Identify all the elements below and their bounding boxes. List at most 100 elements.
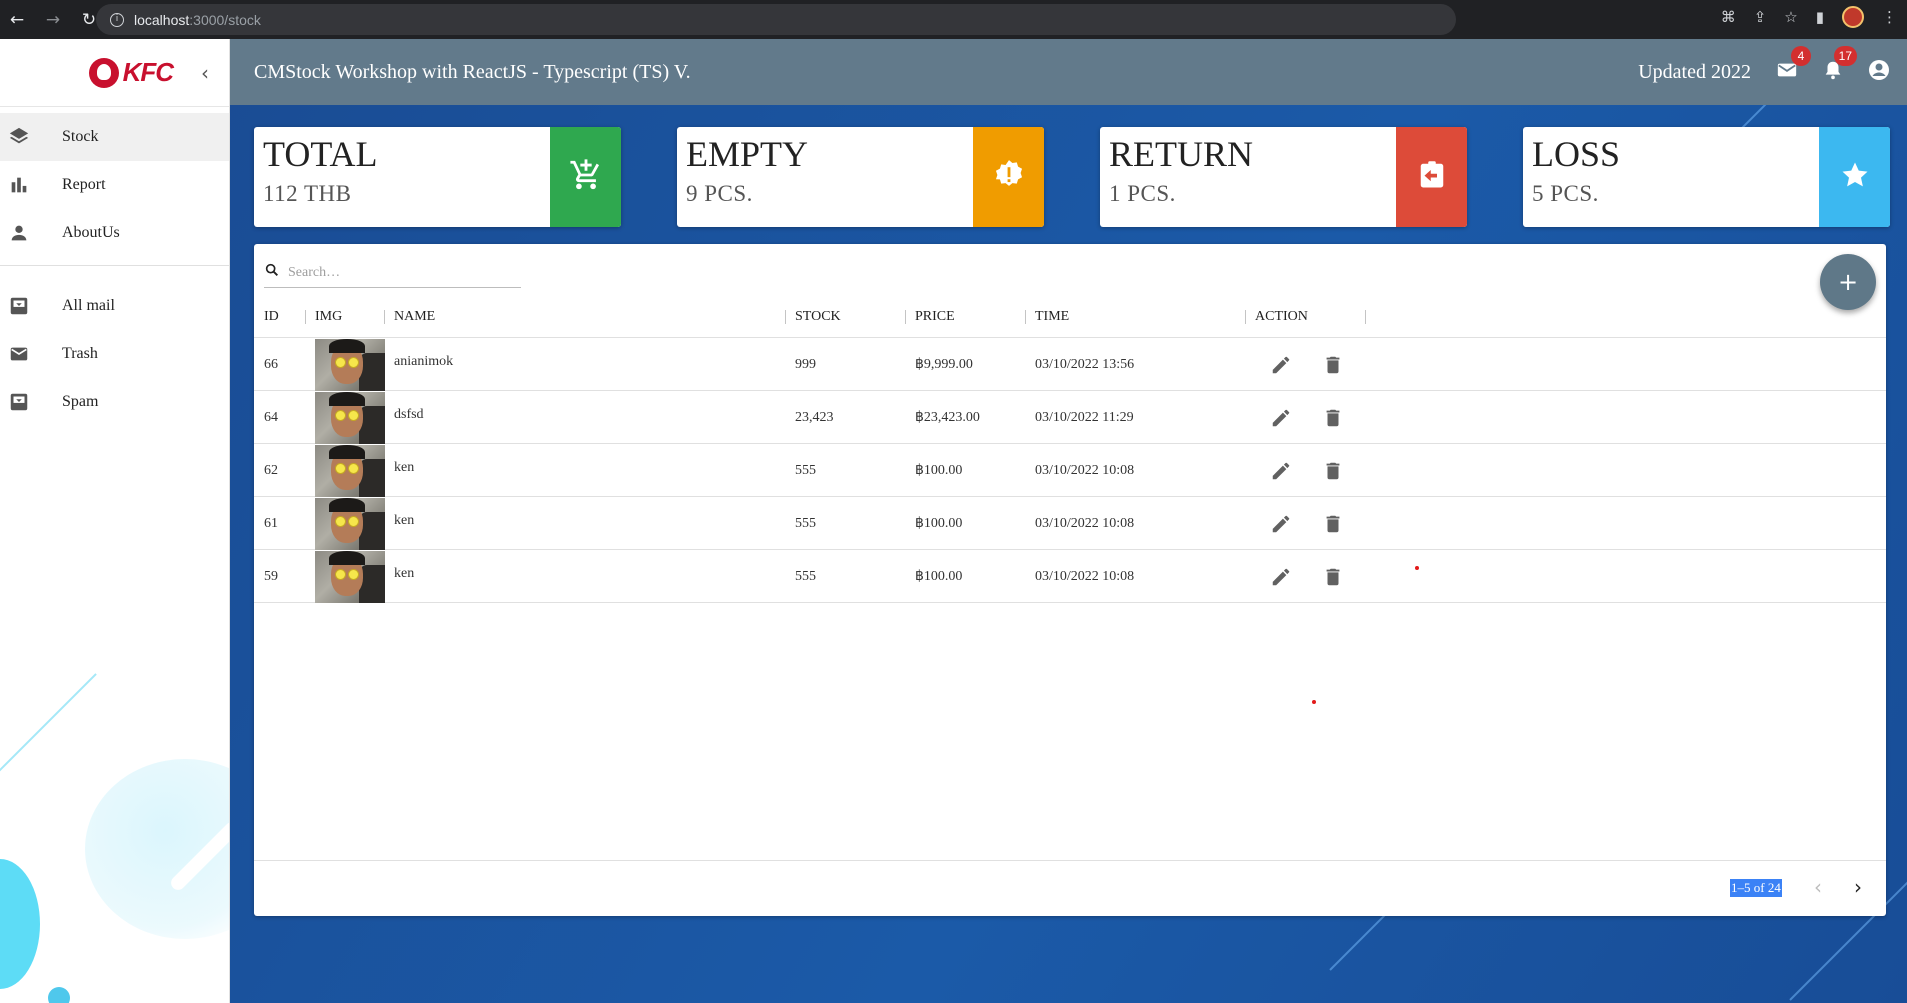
- column-header[interactable]: STOCK: [795, 296, 841, 338]
- background-decoration: [1329, 912, 1388, 971]
- column-separator[interactable]: [384, 310, 385, 324]
- cell-name: ken: [394, 566, 415, 581]
- column-separator[interactable]: [1025, 310, 1026, 324]
- bookmark-star-icon[interactable]: ☆: [1784, 8, 1797, 26]
- column-header[interactable]: NAME: [394, 296, 435, 338]
- chevron-right-icon[interactable]: ›: [1844, 873, 1872, 901]
- edit-icon[interactable]: [1268, 352, 1294, 378]
- colonel-icon: [88, 57, 119, 88]
- translate-icon[interactable]: ⌘: [1721, 8, 1736, 26]
- card-loss: LOSS 5 PCS.: [1523, 127, 1890, 227]
- column-header[interactable]: IMG: [315, 296, 342, 338]
- mail-button[interactable]: 4: [1773, 46, 1811, 86]
- sidebar-item-label: Spam: [62, 393, 99, 410]
- back-icon[interactable]: ←: [8, 10, 26, 30]
- share-icon[interactable]: ⇪: [1754, 8, 1767, 26]
- url-host: localhost: [134, 11, 190, 28]
- chevron-left-icon[interactable]: ‹: [201, 61, 209, 85]
- column-separator[interactable]: [305, 310, 306, 324]
- cell-stock: 23,423: [795, 410, 834, 425]
- edit-icon[interactable]: [1268, 564, 1294, 590]
- table-row[interactable]: 61 ken 555 ฿100.00 03/10/2022 10:08: [254, 498, 1886, 550]
- card-label: EMPTY: [686, 134, 809, 174]
- side-panel-icon[interactable]: ▮: [1816, 8, 1824, 26]
- card-return: RETURN 1 PCS.: [1100, 127, 1467, 227]
- cell-price: ฿100.00: [915, 569, 963, 584]
- sidebar-item-all-mail[interactable]: All mail: [0, 282, 229, 330]
- card-icon-box: [973, 127, 1044, 227]
- table-pagination: 1–5 of 24 ‹ ›: [254, 860, 1886, 916]
- sidebar-item-aboutus[interactable]: AboutUs: [0, 209, 229, 257]
- updated-label: Updated 2022: [1638, 60, 1751, 83]
- card-empty: EMPTY 9 PCS.: [677, 127, 1044, 227]
- cell-name: ken: [394, 513, 415, 528]
- address-bar[interactable]: i localhost:3000/stock: [96, 4, 1456, 35]
- stray-dot: [1415, 566, 1419, 570]
- product-image: [315, 392, 385, 444]
- card-value: 1 PCS.: [1109, 181, 1176, 206]
- sidebar-item-label: Report: [62, 176, 106, 193]
- cell-time: 03/10/2022 10:08: [1035, 516, 1135, 531]
- column-separator[interactable]: [1365, 310, 1366, 324]
- column-header[interactable]: TIME: [1035, 296, 1069, 338]
- sidebar-item-stock[interactable]: Stock: [0, 113, 229, 161]
- cell-id: 66: [264, 357, 278, 372]
- background-decoration: [48, 987, 70, 1003]
- cell-stock: 555: [795, 569, 816, 584]
- table-row[interactable]: 64 dsfsd 23,423 ฿23,423.00 03/10/2022 11…: [254, 392, 1886, 444]
- sidebar-item-report[interactable]: Report: [0, 161, 229, 209]
- card-value: 9 PCS.: [686, 181, 753, 206]
- cell-name: ken: [394, 460, 415, 475]
- delete-icon[interactable]: [1320, 564, 1346, 590]
- sidebar-item-trash[interactable]: Trash: [0, 330, 229, 378]
- search-input[interactable]: [288, 264, 508, 281]
- chevron-left-icon[interactable]: ‹: [1804, 873, 1832, 901]
- card-value: 112 THB: [263, 181, 352, 206]
- product-image: [315, 445, 385, 497]
- delete-icon[interactable]: [1320, 511, 1346, 537]
- edit-icon[interactable]: [1268, 458, 1294, 484]
- assignment-return-icon: [1417, 160, 1447, 195]
- notification-badge: 17: [1833, 46, 1857, 66]
- inbox-icon: [0, 295, 62, 317]
- cell-time: 03/10/2022 10:08: [1035, 569, 1135, 584]
- cell-price: ฿100.00: [915, 463, 963, 478]
- account-button[interactable]: [1865, 58, 1893, 86]
- product-image: [315, 339, 385, 391]
- table-row[interactable]: 66 anianimok 999 ฿9,999.00 03/10/2022 13…: [254, 339, 1886, 391]
- product-image: [315, 498, 385, 550]
- cell-price: ฿23,423.00: [915, 410, 980, 425]
- account-circle-icon: [1867, 58, 1891, 87]
- card-icon-box: [1819, 127, 1890, 227]
- table-row[interactable]: 62 ken 555 ฿100.00 03/10/2022 10:08: [254, 445, 1886, 497]
- delete-icon[interactable]: [1320, 458, 1346, 484]
- notifications-button[interactable]: 17: [1819, 46, 1857, 86]
- column-separator[interactable]: [785, 310, 786, 324]
- card-icon-box: [1396, 127, 1467, 227]
- sidebar-item-label: AboutUs: [62, 224, 120, 241]
- cell-stock: 999: [795, 357, 816, 372]
- card-label: TOTAL: [263, 134, 378, 174]
- column-header[interactable]: ID: [264, 296, 279, 338]
- info-icon[interactable]: i: [110, 12, 124, 27]
- more-menu-icon[interactable]: ⋮: [1882, 8, 1897, 26]
- column-separator[interactable]: [1245, 310, 1246, 324]
- sidebar-header: KFC ‹: [0, 39, 229, 107]
- cell-stock: 555: [795, 516, 816, 531]
- cart-add-icon: [569, 158, 603, 197]
- pagination-range: 1–5 of 24: [1730, 879, 1782, 897]
- sidebar-item-spam[interactable]: Spam: [0, 378, 229, 426]
- table-row[interactable]: 59 ken 555 ฿100.00 03/10/2022 10:08: [254, 551, 1886, 603]
- forward-icon[interactable]: →: [44, 10, 62, 30]
- delete-icon[interactable]: [1320, 352, 1346, 378]
- column-header[interactable]: PRICE: [915, 296, 955, 338]
- profile-avatar[interactable]: [1842, 6, 1864, 28]
- column-separator[interactable]: [905, 310, 906, 324]
- edit-icon[interactable]: [1268, 405, 1294, 431]
- cell-id: 62: [264, 463, 278, 478]
- star-icon: [1840, 160, 1870, 195]
- edit-icon[interactable]: [1268, 511, 1294, 537]
- delete-icon[interactable]: [1320, 405, 1346, 431]
- column-header[interactable]: ACTION: [1255, 296, 1308, 338]
- cell-stock: 555: [795, 463, 816, 478]
